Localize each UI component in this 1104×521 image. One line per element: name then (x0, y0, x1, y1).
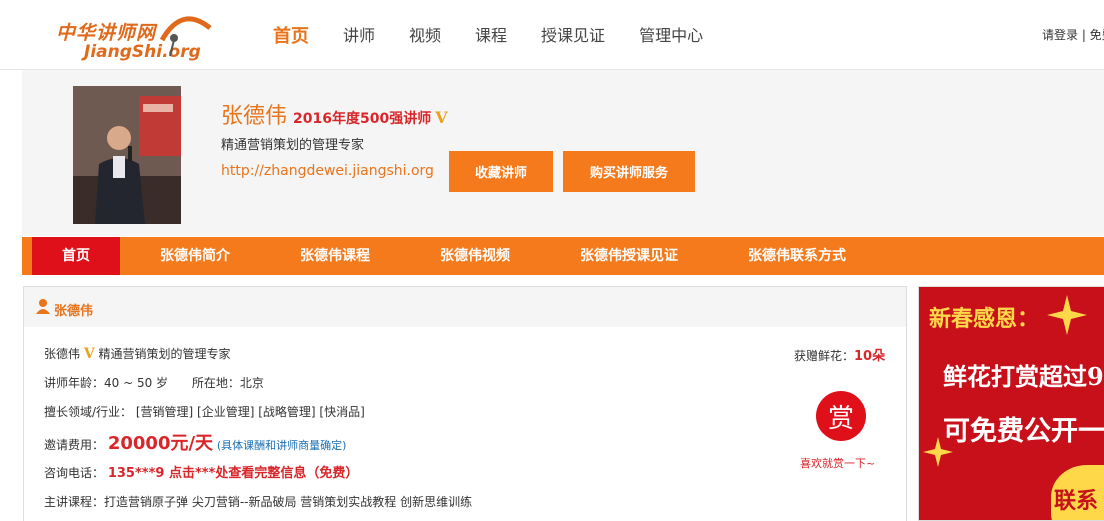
age-location-line: 讲师年龄：40 ~ 50 岁 所在地：北京 (44, 374, 264, 391)
subnav-courses[interactable]: 张德伟课程 (300, 237, 370, 275)
fee-label: 邀请费用： (44, 438, 105, 452)
phone-value[interactable]: 135***9 点击***处查看完整信息（免费） (108, 466, 359, 481)
reward-tip: 喜欢就赏一下~ (800, 457, 876, 470)
fee-note: (具体课酬和讲师商量确定) (216, 439, 347, 452)
nav-home[interactable]: 首页 (273, 22, 309, 48)
lecturer-name: 张德伟 (221, 104, 288, 129)
microphone-icon (159, 16, 212, 57)
flowers-value: 10朵 (854, 349, 886, 364)
promo-title: 新春感恩： (929, 306, 1040, 332)
verified-badge-icon: V (435, 108, 448, 127)
field-label: 擅长领域/行业： (44, 405, 133, 419)
reward-button[interactable]: 赏 (816, 391, 866, 441)
buy-service-button[interactable]: 购买讲师服务 (563, 151, 695, 192)
login-link[interactable]: 请登录 | 免费 (1042, 26, 1104, 43)
main-nav: 首页 讲师 视频 课程 授课见证 管理中心 (256, 22, 720, 48)
collect-lecturer-button[interactable]: 收藏讲师 (449, 151, 553, 192)
lecturer-url[interactable]: http://zhangdewei.jiangshi.org (221, 163, 434, 179)
fee-line: 邀请费用： 20000元/天 (具体课酬和讲师商量确定) (44, 429, 346, 455)
lecturer-rank: 2016年度500强讲师 (293, 111, 432, 127)
lecturer-photo (73, 86, 181, 224)
flowers-count: 获赠鲜花：10朵 (794, 345, 885, 364)
fee-value: 20000元/天 (107, 433, 214, 454)
logo-cn-text: 中华讲师网 (56, 22, 157, 44)
subnav-testimonials[interactable]: 张德伟授课见证 (580, 237, 678, 275)
promo-line-4: 联系 (1054, 488, 1099, 514)
card-header: 张德伟 (24, 287, 906, 327)
sparkle-icon (1047, 295, 1087, 335)
subnav-contact[interactable]: 张德伟联系方式 (748, 237, 846, 275)
nav-admin[interactable]: 管理中心 (639, 22, 703, 48)
nav-courses[interactable]: 课程 (475, 22, 507, 48)
nav-videos[interactable]: 视频 (409, 22, 441, 48)
location-label: 所在地：北京 (191, 376, 264, 390)
promo-banner[interactable]: 新春感恩： 鲜花打赏超过99 可免费公开一 联系 (918, 286, 1104, 521)
top-header: 中华讲师网 JiangShi.org 首页 讲师 视频 课程 授课见证 管理中心… (0, 0, 1104, 70)
field-line: 擅长领域/行业： [营销管理] [企业管理] [战略管理] [快消品] (44, 403, 365, 420)
phone-line: 咨询电话： 135***9 点击***处查看完整信息（免费） (44, 462, 358, 481)
verified-badge-icon: V (83, 346, 95, 362)
name-row: 张德伟 2016年度500强讲师 V (221, 98, 448, 130)
lecturer-info-card: 张德伟 张德伟 V 精通营销策划的管理专家 讲师年龄：40 ~ 50 岁 所在地… (23, 286, 907, 521)
course-line: 主讲课程：打造营销原子弹 尖刀营销--新品破局 营销策划实战教程 创新思维训练 (44, 495, 473, 509)
intro-line: 张德伟 V 精通营销策划的管理专家 (44, 345, 231, 362)
phone-label: 咨询电话： (44, 466, 105, 480)
nav-testimonials[interactable]: 授课见证 (541, 22, 605, 48)
promo-line-2: 鲜花打赏超过99 (943, 362, 1104, 391)
intro-tagline: 精通营销策划的管理专家 (98, 347, 231, 361)
subnav-intro[interactable]: 张德伟简介 (160, 237, 230, 275)
profile-banner: 张德伟 2016年度500强讲师 V 精通营销策划的管理专家 http://zh… (22, 70, 1104, 236)
promo-line-3: 可免费公开一 (943, 416, 1104, 447)
age-label: 讲师年龄：40 ~ 50 岁 (44, 376, 169, 390)
intro-name: 张德伟 (44, 347, 81, 361)
subnav-home[interactable]: 首页 (32, 237, 120, 275)
user-icon (36, 299, 50, 314)
card-title: 张德伟 (54, 304, 94, 319)
nav-lecturers[interactable]: 讲师 (343, 22, 375, 48)
field-tags[interactable]: [营销管理] [企业管理] [战略管理] [快消品] (136, 405, 365, 419)
flowers-label: 获赠鲜花： (794, 349, 855, 363)
lecturer-subnav: 首页 张德伟简介 张德伟课程 张德伟视频 张德伟授课见证 张德伟联系方式 (22, 237, 1104, 275)
site-logo[interactable]: 中华讲师网 JiangShi.org (56, 10, 216, 66)
lecturer-tagline: 精通营销策划的管理专家 (221, 138, 365, 153)
subnav-videos[interactable]: 张德伟视频 (440, 237, 510, 275)
